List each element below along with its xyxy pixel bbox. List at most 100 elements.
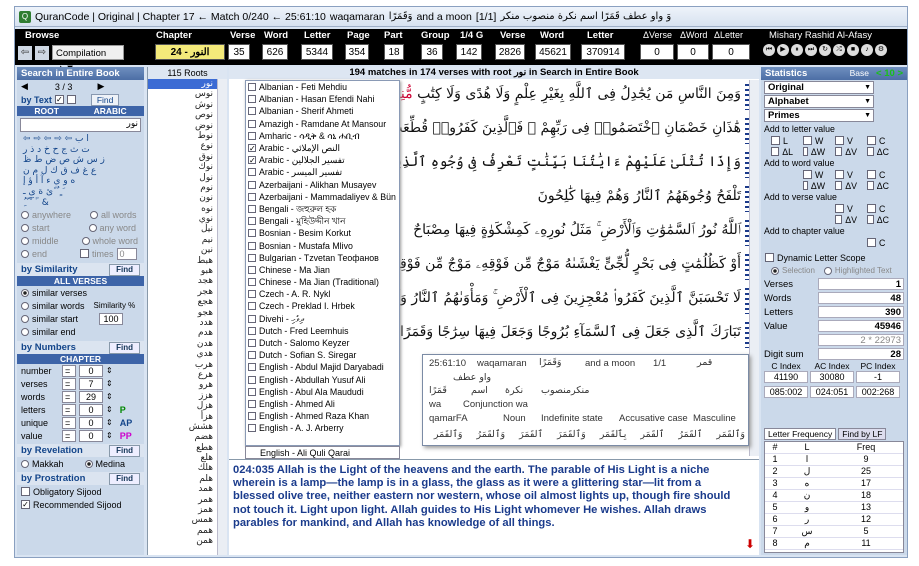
freq-row[interactable]: 8 م 11	[765, 537, 903, 550]
root-item[interactable]: نيم	[148, 235, 227, 245]
shuffle-icon[interactable]: ⤮	[833, 44, 845, 56]
root-item[interactable]: هلع	[148, 453, 227, 463]
dletter-field[interactable]: 0	[712, 44, 750, 60]
vv-check[interactable]	[835, 204, 844, 213]
translation-item[interactable]: Amazigh - Ramdane At Mansour	[246, 118, 399, 130]
ac-index-verse[interactable]: 024:051	[810, 386, 854, 398]
find-text-button[interactable]: Find	[90, 93, 120, 106]
roots-scrollbar[interactable]	[217, 79, 227, 555]
middle-radio[interactable]	[21, 236, 29, 245]
vdv-check[interactable]	[835, 215, 843, 224]
root-item[interactable]: نوش	[148, 100, 227, 110]
translation-item[interactable]: Bosnian - Mustafa Mlivo	[246, 239, 399, 251]
number-row-value[interactable]: 29	[79, 390, 103, 403]
root-item[interactable]: نوط	[148, 131, 227, 141]
number-row-value[interactable]: 0	[79, 416, 103, 429]
root-item[interactable]: نيل	[148, 224, 227, 234]
vc-check[interactable]	[867, 204, 876, 213]
similar-verses-radio[interactable]	[21, 288, 29, 297]
translation-check[interactable]	[248, 83, 256, 92]
translation-check[interactable]	[248, 192, 256, 201]
translation-check[interactable]	[248, 339, 256, 348]
translation-check[interactable]	[248, 399, 256, 408]
root-item[interactable]: هزز	[148, 391, 227, 401]
root-item[interactable]: نوه	[148, 204, 227, 214]
spinner-icon[interactable]: ⇕	[106, 405, 113, 414]
verse-line[interactable]: وَمِنَ النَّاسِ مَن يُجَٰدِلُ فِى ٱللَّه…	[389, 86, 741, 102]
similar-start-radio[interactable]	[21, 314, 29, 323]
repeat-icon[interactable]: ↻	[819, 44, 831, 56]
spinner-icon[interactable]: ⇕	[106, 366, 113, 375]
spinner-icon[interactable]: ⇕	[106, 379, 113, 388]
numerology-select[interactable]: Alphabet	[764, 95, 874, 108]
translation-check[interactable]	[248, 95, 256, 104]
l-check[interactable]	[771, 136, 780, 145]
number-row-eq[interactable]: =	[62, 390, 76, 403]
times-check[interactable]	[80, 249, 90, 258]
translation-check[interactable]	[248, 302, 256, 311]
root-item[interactable]: هدد	[148, 318, 227, 328]
dverse-field[interactable]: 0	[640, 44, 674, 60]
similarity-input[interactable]: 100	[99, 312, 124, 325]
prime-badge[interactable]: PP	[120, 431, 132, 441]
group-field[interactable]: 36	[421, 44, 443, 60]
keyboard-row-1[interactable]: ⇦ ⇨ ⇦ ⇨ ⇦ ا ب	[23, 134, 138, 145]
root-item[interactable]: هشش	[148, 422, 227, 432]
translation-item[interactable]: Albanian - Sherif Ahmeti	[246, 105, 399, 117]
c-index-verse[interactable]: 085:002	[764, 386, 808, 398]
root-item[interactable]: نوع	[148, 141, 227, 151]
translation-item[interactable]: Amharic - ሳዲቅ & ሳኒ ሐቢብ	[246, 130, 399, 142]
tab-find-by-lf[interactable]: Find by LF	[838, 428, 887, 440]
translation-item[interactable]: English - Ahmed Raza Khan	[246, 410, 399, 422]
translation-item[interactable]: Dutch - Sofian S. Siregar	[246, 349, 399, 361]
word2-field[interactable]: 45621	[535, 44, 571, 60]
first-icon[interactable]: ⏮	[763, 44, 775, 56]
translation-check[interactable]	[248, 278, 256, 287]
root-item[interactable]: هدي	[148, 349, 227, 359]
selection-radio[interactable]	[771, 266, 779, 275]
spinner-icon[interactable]: ⇕	[106, 392, 113, 401]
base-value[interactable]: < 10 >	[876, 68, 903, 79]
quarter-field[interactable]: 142	[456, 44, 482, 60]
translation-item[interactable]: Dutch - Salomo Keyzer	[246, 337, 399, 349]
keyboard-row-7[interactable]: ُ ِ ّ ْ ۡ ٰ ۟ &	[23, 198, 138, 208]
root-item[interactable]: نور	[148, 79, 227, 90]
translation-check[interactable]	[248, 424, 256, 433]
volume-icon[interactable]: ♪	[861, 44, 873, 56]
translation-item[interactable]: English - Abul Ala Maududi	[246, 386, 399, 398]
translation-check[interactable]	[248, 326, 256, 335]
root-item[interactable]: هلم	[148, 474, 227, 484]
prev-page-icon[interactable]: ◀	[21, 81, 28, 92]
root-item[interactable]: هجد	[148, 276, 227, 286]
number-row-eq[interactable]: =	[62, 403, 76, 416]
back-arrow-icon[interactable]: ⇦	[18, 45, 32, 60]
chapter-select[interactable]: 24 - النور	[155, 44, 225, 60]
dword-field[interactable]: 0	[677, 44, 709, 60]
translation-select[interactable]: English - Ali Quli Qarai	[245, 446, 400, 459]
keyboard-row-5[interactable]: ه و ي ء آ أ ؤ إ	[23, 176, 138, 187]
root-item[interactable]: نوس	[148, 89, 227, 99]
translation-check[interactable]	[248, 119, 256, 128]
highlighted-radio[interactable]	[823, 266, 832, 275]
v-check[interactable]	[835, 136, 844, 145]
wc-check[interactable]	[867, 170, 876, 179]
translation-item[interactable]: Azerbaijani - Mammadaliyev & Bün	[246, 191, 399, 203]
translation-item[interactable]: English - Ahmed Ali	[246, 398, 399, 410]
letter-field[interactable]: 5344	[301, 44, 333, 60]
freq-row[interactable]: 6 ر 12	[765, 513, 903, 526]
translation-item[interactable]: Bosnian - Besim Korkut	[246, 227, 399, 239]
translation-check[interactable]	[248, 131, 256, 140]
c-check[interactable]	[867, 136, 876, 145]
number-row-value[interactable]: 0	[79, 429, 103, 442]
spinner-icon[interactable]: ⇕	[106, 418, 113, 427]
translation-check[interactable]	[248, 387, 256, 396]
translation-item[interactable]: Azerbaijani - Alikhan Musayev	[246, 179, 399, 191]
next-page-icon[interactable]: ▶	[97, 81, 104, 92]
number-row-eq[interactable]: =	[62, 416, 76, 429]
translation-item[interactable]: Bengali - মুহিউদ্দীন খান	[246, 215, 399, 227]
anywhere-radio[interactable]	[21, 210, 29, 219]
translation-item[interactable]: Czech - Preklad I. Hrbek	[246, 300, 399, 312]
root-item[interactable]: هجر	[148, 287, 227, 297]
root-item[interactable]: همز	[148, 505, 227, 515]
find-numbers-button[interactable]: Find	[109, 342, 140, 354]
